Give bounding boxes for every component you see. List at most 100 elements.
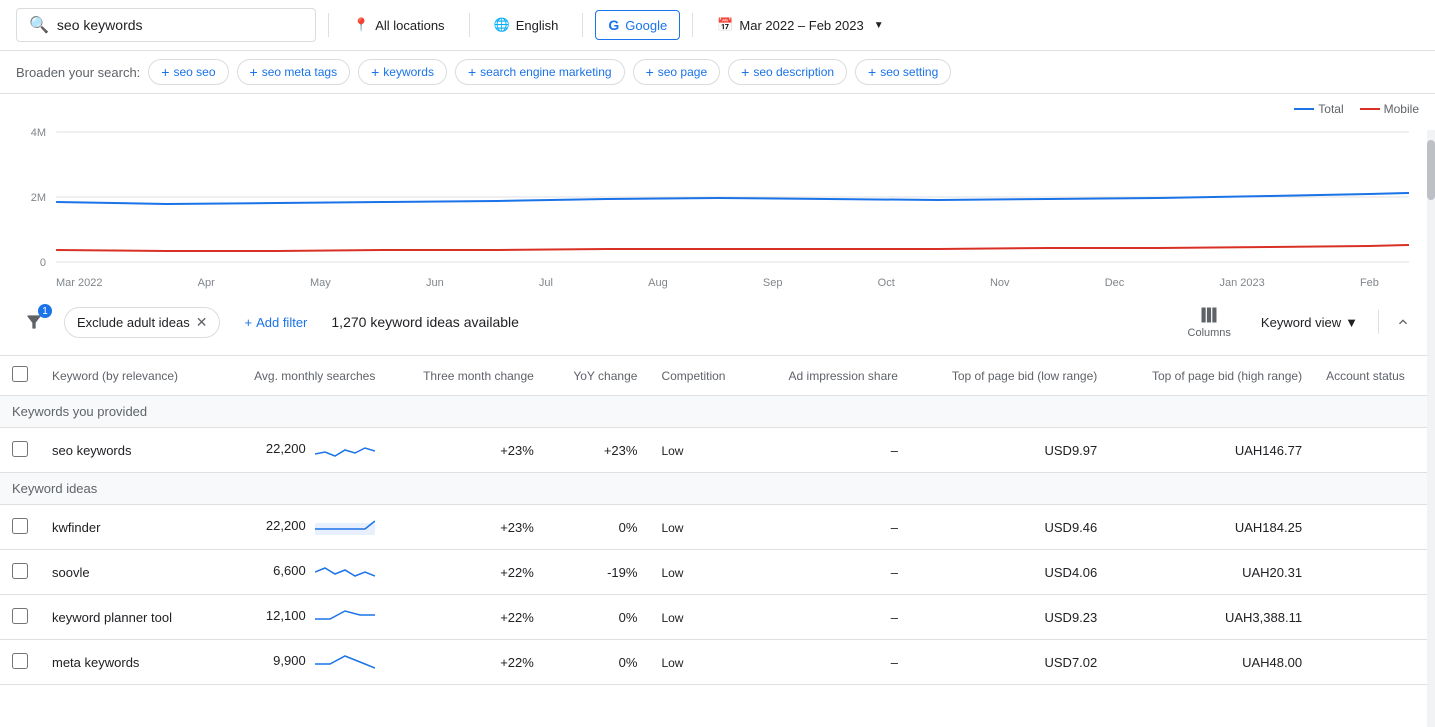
- top-bid-high-cell: UAH146.77: [1109, 428, 1314, 473]
- ad-impression-cell: –: [753, 640, 910, 685]
- plus-icon: +: [371, 64, 379, 80]
- sparkline-meta-keywords: [315, 650, 375, 674]
- calendar-icon: 📅: [717, 17, 733, 33]
- columns-icon: [1199, 305, 1219, 325]
- collapse-button[interactable]: [1387, 306, 1419, 338]
- chevron-down-icon: ▼: [1345, 315, 1358, 330]
- row-checkbox-cell[interactable]: [0, 640, 40, 685]
- engine-selector[interactable]: G Google: [595, 10, 680, 40]
- competition-cell: Low: [649, 428, 753, 473]
- three-month-cell: +22%: [387, 595, 546, 640]
- legend-mobile: Mobile: [1360, 102, 1419, 116]
- broaden-chip-search-engine-marketing[interactable]: + search engine marketing: [455, 59, 625, 85]
- x-label-mar: Mar 2022: [56, 277, 102, 289]
- account-status-cell: [1314, 550, 1435, 595]
- broaden-chip-seo-meta-tags[interactable]: + seo meta tags: [237, 59, 351, 85]
- sparkline-seo-keywords: [315, 438, 375, 462]
- chip-label: search engine marketing: [480, 65, 611, 79]
- legend-mobile-line: [1360, 108, 1380, 110]
- broaden-chip-seo-page[interactable]: + seo page: [633, 59, 721, 85]
- legend-total-label: Total: [1318, 102, 1343, 116]
- row-checkbox[interactable]: [12, 563, 28, 579]
- yoy-cell: +23%: [546, 428, 650, 473]
- avg-monthly-cell: 22,200: [217, 428, 388, 473]
- chip-label: seo page: [658, 65, 707, 79]
- divider-2: [469, 13, 470, 37]
- sparkline-soovle: [315, 560, 375, 584]
- select-all-checkbox[interactable]: [12, 366, 28, 382]
- chip-label: seo setting: [880, 65, 938, 79]
- top-bid-low-cell: USD9.23: [910, 595, 1109, 640]
- engine-label: Google: [625, 18, 667, 33]
- scrollbar-thumb[interactable]: [1427, 140, 1435, 200]
- chip-label: seo description: [753, 65, 834, 79]
- sparkline-keyword-planner: [315, 605, 375, 629]
- row-checkbox[interactable]: [12, 653, 28, 669]
- avg-monthly-cell: 22,200: [217, 505, 388, 550]
- row-checkbox[interactable]: [12, 608, 28, 624]
- x-label-jun: Jun: [426, 277, 444, 289]
- table-header: Keyword (by relevance) Avg. monthly sear…: [0, 356, 1435, 396]
- columns-button[interactable]: Columns: [1178, 299, 1241, 345]
- header-checkbox-cell[interactable]: [0, 356, 40, 396]
- top-bid-high-cell: UAH20.31: [1109, 550, 1314, 595]
- row-checkbox-cell[interactable]: [0, 595, 40, 640]
- row-checkbox-cell[interactable]: [0, 550, 40, 595]
- location-label: All locations: [375, 18, 444, 33]
- add-filter-button[interactable]: + Add filter: [232, 309, 319, 336]
- plus-icon: +: [646, 64, 654, 80]
- broaden-bar: Broaden your search: + seo seo + seo met…: [0, 51, 1435, 94]
- group-header-provided: Keywords you provided: [0, 396, 1435, 428]
- location-selector[interactable]: 📍 All locations: [341, 11, 457, 39]
- scrollbar-track[interactable]: [1427, 130, 1435, 727]
- right-filter-buttons: Columns Keyword view ▼: [1178, 299, 1419, 345]
- search-input[interactable]: [57, 17, 277, 33]
- date-range-selector[interactable]: 📅 Mar 2022 – Feb 2023 ▼: [705, 11, 895, 39]
- ad-impression-cell: –: [753, 505, 910, 550]
- svg-text:0: 0: [40, 257, 46, 269]
- x-label-sep: Sep: [763, 277, 783, 289]
- three-month-cell: +22%: [387, 640, 546, 685]
- table-container: Keyword (by relevance) Avg. monthly sear…: [0, 356, 1435, 685]
- broaden-chip-seo-setting[interactable]: + seo setting: [855, 59, 951, 85]
- competition-cell: Low: [649, 640, 753, 685]
- filter-bar: 1 Exclude adult ideas ✕ + Add filter 1,2…: [0, 289, 1435, 356]
- top-bid-low-cell: USD4.06: [910, 550, 1109, 595]
- x-label-oct: Oct: [878, 277, 895, 289]
- top-bid-high-cell: UAH184.25: [1109, 505, 1314, 550]
- search-box[interactable]: 🔍: [16, 8, 316, 42]
- language-selector[interactable]: 🌐 English: [482, 11, 571, 39]
- competition-cell: Low: [649, 505, 753, 550]
- close-icon[interactable]: ✕: [196, 314, 208, 331]
- ad-impression-cell: –: [753, 595, 910, 640]
- broaden-chip-keywords[interactable]: + keywords: [358, 59, 447, 85]
- chip-label: seo seo: [173, 65, 215, 79]
- top-bid-low-cell: USD9.46: [910, 505, 1109, 550]
- broaden-chip-seo-seo[interactable]: + seo seo: [148, 59, 228, 85]
- keyword-view-button[interactable]: Keyword view ▼: [1249, 309, 1370, 336]
- ad-impression-cell: –: [753, 428, 910, 473]
- filter-icon-button[interactable]: 1: [16, 304, 52, 340]
- add-filter-label: Add filter: [256, 315, 307, 330]
- three-month-cell: +23%: [387, 505, 546, 550]
- row-checkbox[interactable]: [12, 441, 28, 457]
- three-month-cell: +22%: [387, 550, 546, 595]
- row-checkbox[interactable]: [12, 518, 28, 534]
- row-checkbox-cell[interactable]: [0, 505, 40, 550]
- legend-mobile-label: Mobile: [1384, 102, 1419, 116]
- broaden-chip-seo-description[interactable]: + seo description: [728, 59, 847, 85]
- avg-monthly-cell: 6,600: [217, 550, 388, 595]
- header-ad-impression: Ad impression share: [753, 356, 910, 396]
- plus-icon: +: [468, 64, 476, 80]
- exclude-adult-chip[interactable]: Exclude adult ideas ✕: [64, 307, 220, 338]
- ad-impression-cell: –: [753, 550, 910, 595]
- group-header-ideas: Keyword ideas: [0, 473, 1435, 505]
- header-account-status: Account status: [1314, 356, 1435, 396]
- date-range-label: Mar 2022 – Feb 2023: [739, 18, 863, 33]
- top-bid-high-cell: UAH48.00: [1109, 640, 1314, 685]
- x-label-jan: Jan 2023: [1219, 277, 1264, 289]
- row-checkbox-cell[interactable]: [0, 428, 40, 473]
- top-bid-low-cell: USD7.02: [910, 640, 1109, 685]
- chip-label: keywords: [383, 65, 434, 79]
- filter-badge: 1: [38, 304, 52, 318]
